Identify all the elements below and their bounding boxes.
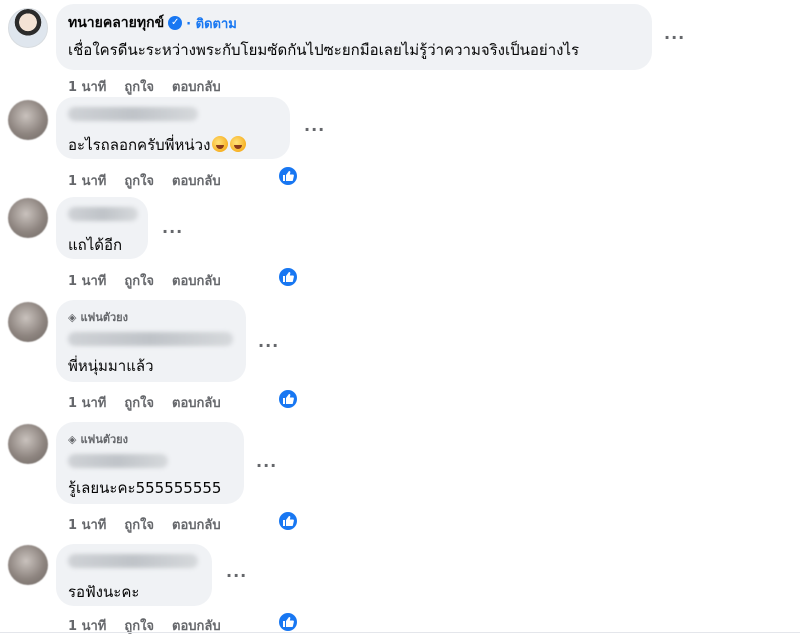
comment-bubble: รอฟังนะคะ xyxy=(56,544,212,606)
fan-badge: ◈ แฟนตัวยง xyxy=(68,432,129,447)
avatar[interactable] xyxy=(8,198,48,238)
avatar[interactable] xyxy=(8,100,48,140)
fan-badge: ◈ แฟนตัวยง xyxy=(68,310,129,325)
like-thumb-icon[interactable] xyxy=(277,611,299,633)
comment-text: แถได้อีก xyxy=(68,236,123,254)
more-options-icon[interactable]: ··· xyxy=(162,222,183,241)
follow-button[interactable]: · ติดตาม xyxy=(186,13,237,34)
comment-author: ทนายคลายทุกข์ ✓ · ติดตาม xyxy=(68,12,640,34)
blurred-author-name[interactable] xyxy=(68,332,233,346)
reply-button[interactable]: ตอบกลับ xyxy=(172,170,221,191)
comment-bubble: แถได้อีก xyxy=(56,197,148,259)
timestamp[interactable]: 1 นาที xyxy=(68,76,106,97)
more-options-icon[interactable]: ··· xyxy=(258,336,279,355)
like-thumb-icon[interactable] xyxy=(277,266,299,288)
comment-text: เชื่อใครดีนะระหว่างพระกับโยมซัดกันไปซะยก… xyxy=(68,41,580,59)
diamond-icon: ◈ xyxy=(68,310,77,324)
more-options-icon[interactable]: ··· xyxy=(226,566,247,585)
divider xyxy=(0,632,800,633)
timestamp[interactable]: 1 นาที xyxy=(68,270,106,291)
comment-actions: 1 นาที ถูกใจ ตอบกลับ xyxy=(68,270,221,291)
like-button[interactable]: ถูกใจ xyxy=(124,76,154,97)
rofl-emoji-icon xyxy=(230,136,247,152)
reply-button[interactable]: ตอบกลับ xyxy=(172,514,221,535)
comment-actions: 1 นาที ถูกใจ ตอบกลับ xyxy=(68,392,221,413)
reply-button[interactable]: ตอบกลับ xyxy=(172,392,221,413)
like-button[interactable]: ถูกใจ xyxy=(124,270,154,291)
blurred-author-name[interactable] xyxy=(68,554,198,568)
like-button[interactable]: ถูกใจ xyxy=(124,170,154,191)
timestamp[interactable]: 1 นาที xyxy=(68,514,106,535)
diamond-icon: ◈ xyxy=(68,432,77,446)
timestamp[interactable]: 1 นาที xyxy=(68,170,106,191)
like-thumb-icon[interactable] xyxy=(277,388,299,410)
author-name[interactable]: ทนายคลายทุกข์ xyxy=(68,12,164,34)
comment-actions: 1 นาที ถูกใจ ตอบกลับ xyxy=(68,76,221,97)
more-options-icon[interactable]: ··· xyxy=(664,28,685,47)
comment-bubble: ◈ แฟนตัวยง รู้เลยนะคะ555555555 xyxy=(56,422,244,504)
like-thumb-icon[interactable] xyxy=(277,165,299,187)
blurred-author-name[interactable] xyxy=(68,107,198,121)
timestamp[interactable]: 1 นาที xyxy=(68,392,106,413)
comment-bubble: ทนายคลายทุกข์ ✓ · ติดตาม เชื่อใครดีนะระห… xyxy=(56,4,652,70)
comment-text: อะไรถลอกครับพี่หน่วง xyxy=(68,133,278,157)
more-options-icon[interactable]: ··· xyxy=(304,120,325,139)
avatar[interactable] xyxy=(8,424,48,464)
blurred-author-name[interactable] xyxy=(68,454,168,468)
avatar[interactable] xyxy=(8,8,48,48)
like-button[interactable]: ถูกใจ xyxy=(124,392,154,413)
avatar[interactable] xyxy=(8,545,48,585)
avatar[interactable] xyxy=(8,302,48,342)
comment-text: รู้เลยนะคะ555555555 xyxy=(68,479,222,497)
reply-button[interactable]: ตอบกลับ xyxy=(172,76,221,97)
like-button[interactable]: ถูกใจ xyxy=(124,514,154,535)
comment-bubble: อะไรถลอกครับพี่หน่วง xyxy=(56,97,290,159)
verified-badge-icon: ✓ xyxy=(168,16,183,30)
comment-text: รอฟังนะคะ xyxy=(68,583,140,601)
rofl-emoji-icon xyxy=(212,136,229,152)
reply-button[interactable]: ตอบกลับ xyxy=(172,270,221,291)
more-options-icon[interactable]: ··· xyxy=(256,456,277,475)
comment-actions: 1 นาที ถูกใจ ตอบกลับ xyxy=(68,170,221,191)
like-thumb-icon[interactable] xyxy=(277,510,299,532)
comment-text: พี่หนุ่มมาแล้ว xyxy=(68,357,154,375)
comment-actions: 1 นาที ถูกใจ ตอบกลับ xyxy=(68,514,221,535)
blurred-author-name[interactable] xyxy=(68,207,138,221)
comment-bubble: ◈ แฟนตัวยง พี่หนุ่มมาแล้ว xyxy=(56,300,246,382)
